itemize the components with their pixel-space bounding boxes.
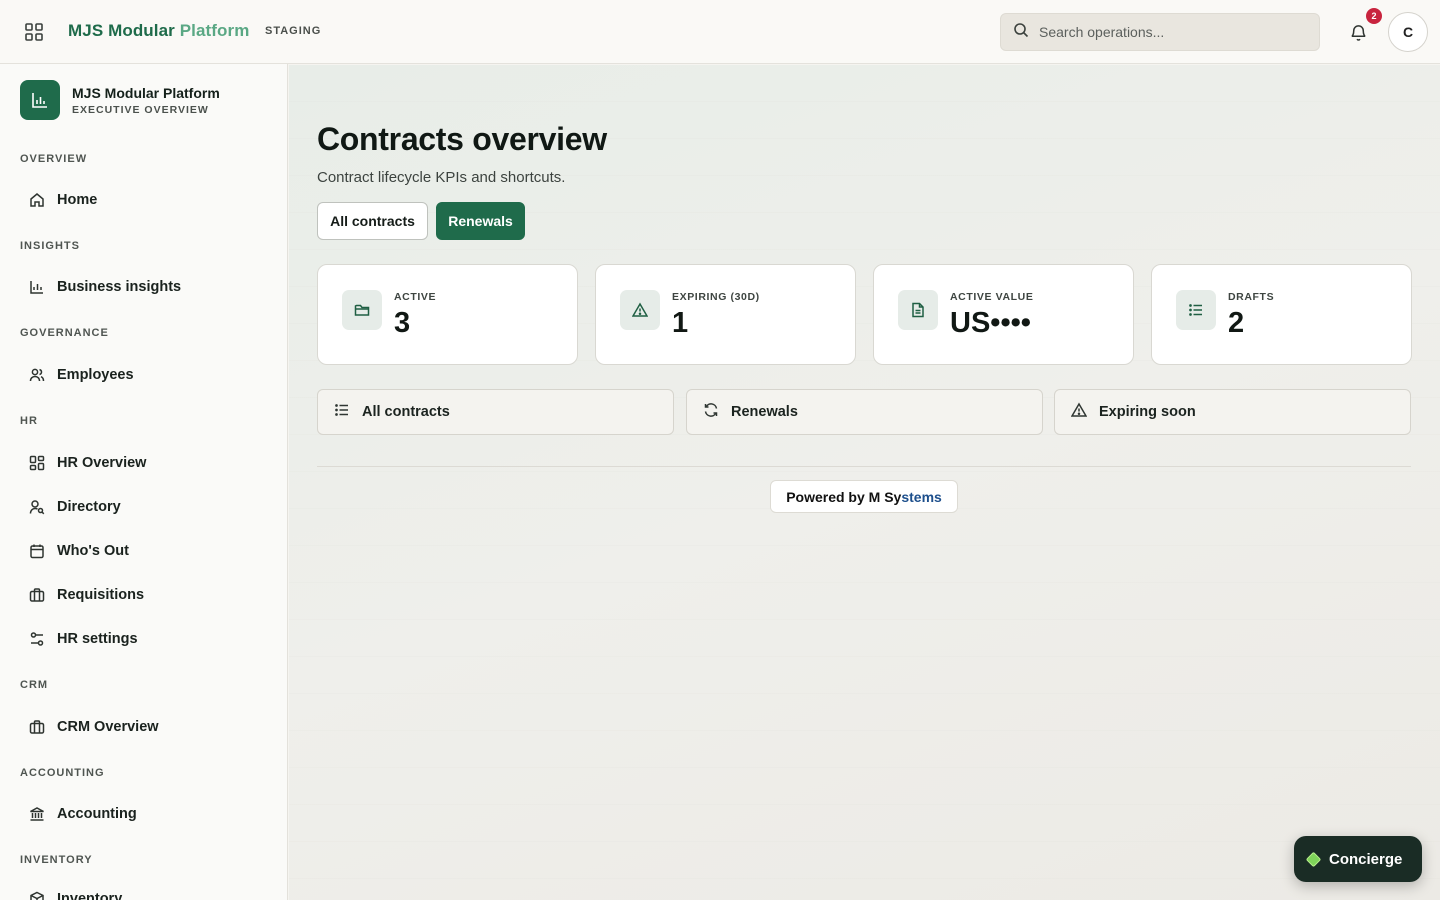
sidebar-item-label: Who's Out xyxy=(57,543,129,559)
kpi-card-active-value: ACTIVE VALUE US•••• xyxy=(873,264,1134,365)
tab-all-contracts[interactable]: All contracts xyxy=(317,202,428,240)
section-governance: GOVERNANCE xyxy=(20,327,109,339)
kpi-label: ACTIVE VALUE xyxy=(950,291,1034,303)
search-icon xyxy=(1013,22,1029,43)
sidebar-item-hr-overview[interactable]: HR Overview xyxy=(20,445,268,481)
bar-chart-icon xyxy=(20,80,60,120)
warning-icon xyxy=(620,290,660,330)
home-icon xyxy=(28,191,46,209)
sidebar-item-whos-out[interactable]: Who's Out xyxy=(20,533,268,569)
avatar[interactable]: C xyxy=(1388,12,1428,52)
kpi-label: ACTIVE xyxy=(394,291,437,303)
sidebar-item-label: Directory xyxy=(57,499,121,515)
kpi-value: 2 xyxy=(1228,307,1245,339)
brand-accent: Platform xyxy=(179,21,250,40)
brand-name[interactable]: MJS Modular Platform xyxy=(68,21,249,41)
section-overview: OVERVIEW xyxy=(20,153,88,165)
section-hr: HR xyxy=(20,415,38,427)
sidebar-item-label: CRM Overview xyxy=(57,719,159,735)
sidebar-item-business-insights[interactable]: Business insights xyxy=(20,269,268,305)
sidebar-item-requisitions[interactable]: Requisitions xyxy=(20,577,268,613)
warning-icon xyxy=(1070,402,1088,423)
shortcut-label: Renewals xyxy=(731,404,798,420)
page-title: Contracts overview xyxy=(317,121,607,157)
brand-main: MJS Modular xyxy=(68,21,180,40)
sidebar-title: MJS Modular Platform xyxy=(72,84,220,101)
list-icon xyxy=(1176,290,1216,330)
sidebar-item-label: Requisitions xyxy=(57,587,145,603)
section-inventory: INVENTORY xyxy=(20,854,93,866)
sidebar-item-hr-settings[interactable]: HR settings xyxy=(20,621,268,657)
shortcut-label: All contracts xyxy=(362,404,450,420)
section-insights: INSIGHTS xyxy=(20,240,80,252)
folder-icon xyxy=(342,290,382,330)
sidebar-item-label: Accounting xyxy=(57,806,137,822)
page-subtitle: Contract lifecycle KPIs and shortcuts. xyxy=(317,169,566,186)
sliders-icon xyxy=(28,630,46,648)
sidebar-item-crm-overview[interactable]: CRM Overview xyxy=(20,709,268,745)
shortcut-renewals[interactable]: Renewals xyxy=(686,389,1043,435)
kpi-label: EXPIRING (30D) xyxy=(672,291,760,303)
sidebar-item-label: HR Overview xyxy=(57,455,147,471)
sidebar-item-home[interactable]: Home xyxy=(20,182,268,218)
kpi-value-masked: US•••• xyxy=(950,307,1031,339)
top-bar: MJS Modular Platform STAGING 2 C xyxy=(0,0,1440,64)
document-icon xyxy=(898,290,938,330)
sidebar-header[interactable]: MJS Modular Platform EXECUTIVE OVERVIEW xyxy=(20,80,220,120)
kpi-card-expiring: EXPIRING (30D) 1 xyxy=(595,264,856,365)
users-icon xyxy=(28,366,46,384)
apps-grid-icon[interactable] xyxy=(22,20,46,44)
powered-by-text: Powered by M Sy xyxy=(786,488,902,505)
briefcase-icon xyxy=(28,718,46,736)
notification-badge: 2 xyxy=(1366,8,1382,24)
dashboard-icon xyxy=(28,454,46,472)
sidebar-item-accounting[interactable]: Accounting xyxy=(20,796,268,832)
kpi-card-drafts: DRAFTS 2 xyxy=(1151,264,1412,365)
diamond-icon xyxy=(1305,851,1322,867)
concierge-button[interactable]: Concierge xyxy=(1294,836,1422,882)
list-icon xyxy=(334,402,350,423)
sidebar-item-label: Employees xyxy=(57,367,134,383)
search-box[interactable] xyxy=(1000,13,1320,51)
sidebar-item-employees[interactable]: Employees xyxy=(20,357,268,393)
kpi-label: DRAFTS xyxy=(1228,291,1275,303)
powered-by-accent: stems xyxy=(901,488,942,505)
search-input[interactable] xyxy=(1039,24,1299,40)
sidebar-item-directory[interactable]: Directory xyxy=(20,489,268,525)
calendar-icon xyxy=(28,542,46,560)
sidebar-item-label: Home xyxy=(57,192,98,208)
divider xyxy=(317,466,1411,467)
box-icon xyxy=(28,890,46,900)
sidebar: MJS Modular Platform EXECUTIVE OVERVIEW … xyxy=(0,64,288,900)
sidebar-subtitle: EXECUTIVE OVERVIEW xyxy=(72,103,209,116)
kpi-value: 3 xyxy=(394,307,411,339)
refresh-icon xyxy=(703,402,719,423)
shortcut-all-contracts[interactable]: All contracts xyxy=(317,389,674,435)
powered-by-badge[interactable]: Powered by M Sy stems xyxy=(770,480,958,513)
bank-icon xyxy=(28,805,46,823)
sidebar-item-label: HR settings xyxy=(57,631,138,647)
concierge-label: Concierge xyxy=(1329,850,1403,868)
briefcase-icon xyxy=(28,586,46,604)
user-search-icon xyxy=(28,498,46,516)
bar-chart-icon xyxy=(28,278,46,296)
main-content: Contracts overview Contract lifecycle KP… xyxy=(289,65,1440,900)
shortcut-expiring-soon[interactable]: Expiring soon xyxy=(1054,389,1411,435)
environment-label: STAGING xyxy=(265,25,322,37)
bell-icon[interactable] xyxy=(1346,20,1370,44)
section-accounting: ACCOUNTING xyxy=(20,767,105,779)
kpi-value: 1 xyxy=(672,307,689,339)
sidebar-item-label: Business insights xyxy=(57,279,182,295)
sidebar-item-inventory[interactable]: Inventory xyxy=(20,881,268,900)
kpi-card-active: ACTIVE 3 xyxy=(317,264,578,365)
shortcut-label: Expiring soon xyxy=(1099,404,1196,420)
tab-renewals[interactable]: Renewals xyxy=(436,202,525,240)
section-crm: CRM xyxy=(20,679,49,691)
sidebar-item-label: Inventory xyxy=(57,891,123,900)
